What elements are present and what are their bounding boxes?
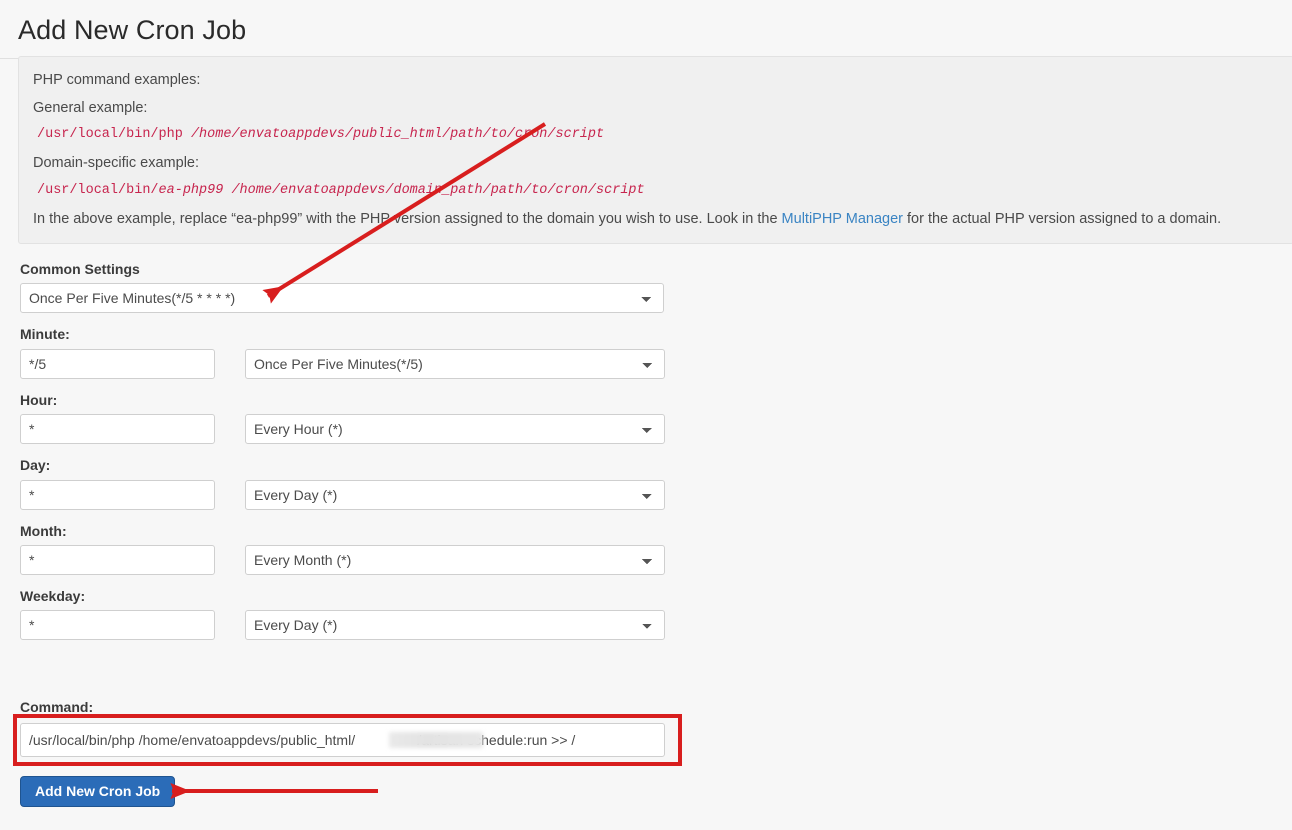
minute-select[interactable]: Once Per Five Minutes(*/5)	[245, 349, 665, 379]
weekday-row: Every Day (*)	[0, 610, 1292, 640]
php-command-examples-panel: PHP command examples: General example: /…	[18, 56, 1292, 244]
add-new-cron-job-button[interactable]: Add New Cron Job	[20, 776, 175, 807]
hour-select[interactable]: Every Hour (*)	[245, 414, 665, 444]
day-input[interactable]	[20, 480, 215, 510]
multiphp-manager-link[interactable]: MultiPHP Manager	[782, 211, 903, 227]
day-row: Every Day (*)	[0, 480, 1292, 510]
common-settings-label: Common Settings	[20, 262, 1292, 277]
php-version-note: In the above example, replace “ea-php99”…	[33, 212, 1279, 228]
general-example-path: /home/envatoappdevs/public_html/path/to/…	[191, 127, 604, 142]
day-select[interactable]: Every Day (*)	[245, 480, 665, 510]
command-block: Command:	[0, 700, 1292, 721]
general-example-label: General example:	[33, 101, 1279, 116]
hour-row: Every Hour (*)	[0, 414, 1292, 444]
domain-example-binary: ea-php99	[159, 183, 224, 198]
weekday-label: Weekday:	[20, 589, 1292, 604]
cron-schedule-form: Common Settings Once Per Five Minutes(*/…	[0, 262, 1292, 654]
minute-label: Minute:	[20, 327, 1292, 342]
cron-job-page: Add New Cron Job PHP command examples: G…	[0, 0, 1292, 830]
general-example-code: /usr/local/bin/php /home/envatoappdevs/p…	[33, 127, 1279, 142]
domain-example-code: /usr/local/bin/ea-php99 /home/envatoappd…	[33, 183, 1279, 198]
php-examples-heading: PHP command examples:	[33, 73, 1279, 88]
weekday-input[interactable]	[20, 610, 215, 640]
note-text-before-link: In the above example, replace “ea-php99”…	[33, 211, 782, 227]
month-input[interactable]	[20, 545, 215, 575]
weekday-select[interactable]: Every Day (*)	[245, 610, 665, 640]
minute-input[interactable]	[20, 349, 215, 379]
month-row: Every Month (*)	[0, 545, 1292, 575]
general-example-binary: /usr/local/bin/php	[37, 127, 183, 142]
command-input[interactable]	[20, 723, 665, 757]
note-text-after-link: for the actual PHP version assigned to a…	[903, 211, 1221, 227]
common-settings-select[interactable]: Once Per Five Minutes(*/5 * * * *)	[20, 283, 664, 313]
command-label: Command:	[20, 700, 1292, 715]
domain-example-label: Domain-specific example:	[33, 156, 1279, 171]
page-title: Add New Cron Job	[0, 0, 1292, 58]
command-input-wrap	[20, 723, 665, 757]
hour-input[interactable]	[20, 414, 215, 444]
day-label: Day:	[20, 458, 1292, 473]
domain-example-prefix: /usr/local/bin/	[37, 183, 159, 198]
month-select[interactable]: Every Month (*)	[245, 545, 665, 575]
domain-example-path: /home/envatoappdevs/domain_path/path/to/…	[231, 183, 644, 198]
hour-label: Hour:	[20, 393, 1292, 408]
minute-row: Once Per Five Minutes(*/5)	[0, 349, 1292, 379]
month-label: Month:	[20, 524, 1292, 539]
common-settings-row: Common Settings Once Per Five Minutes(*/…	[0, 262, 1292, 313]
